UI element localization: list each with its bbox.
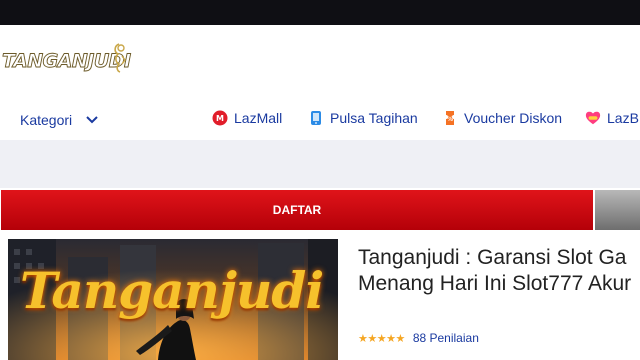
- nav-link-lazblog[interactable]: LazB: [585, 110, 639, 126]
- nav-link-lazmall[interactable]: M LazMall: [212, 110, 282, 126]
- chevron-down-icon: [86, 116, 98, 124]
- hero-banner-image[interactable]: Tanganjudi: [8, 239, 338, 360]
- lazmall-icon: M: [212, 110, 228, 126]
- search-band: [0, 140, 640, 188]
- nav-link-label: LazMall: [234, 110, 283, 126]
- kategori-label: Kategori: [20, 112, 73, 128]
- svg-text:M: M: [216, 114, 224, 123]
- product-title: Tanganjudi : Garansi Slot Ga Menang Hari…: [358, 245, 640, 297]
- nav-link-voucher-diskon[interactable]: % Voucher Diskon: [442, 110, 562, 126]
- product-title-line-2: Menang Hari Ini Slot777 Akur: [358, 272, 632, 295]
- rating-count-link[interactable]: 88 Penilaian: [413, 331, 479, 345]
- product-title-line-1: Tanganjudi : Garansi Slot Ga: [358, 246, 627, 269]
- nav-link-pulsa-tagihan[interactable]: Pulsa Tagihan: [308, 110, 418, 126]
- top-bar: [0, 0, 640, 25]
- nav-link-label: Voucher Diskon: [464, 110, 563, 126]
- hand-emblem-icon: [114, 43, 126, 73]
- daftar-button[interactable]: DAFTAR: [1, 190, 593, 230]
- nav-bar: Kategori M LazMall Pulsa Tagihan % Vouch…: [0, 100, 640, 140]
- kategori-dropdown[interactable]: Kategori: [20, 112, 98, 128]
- nav-link-label: LazB: [607, 110, 639, 126]
- lazblog-icon: [585, 110, 601, 126]
- product-rating: ★★★★★ 88 Penilaian: [358, 331, 479, 345]
- banner-title: Tanganjudi: [20, 261, 324, 320]
- site-logo[interactable]: TANGANJUDI: [2, 40, 132, 80]
- daftar-label: DAFTAR: [272, 203, 322, 217]
- login-button[interactable]: [595, 190, 640, 230]
- phone-bill-icon: [308, 110, 324, 126]
- voucher-icon: %: [442, 110, 458, 126]
- nav-link-label: Pulsa Tagihan: [330, 110, 418, 126]
- star-rating-icon: ★★★★★: [358, 332, 405, 345]
- svg-text:%: %: [447, 116, 453, 123]
